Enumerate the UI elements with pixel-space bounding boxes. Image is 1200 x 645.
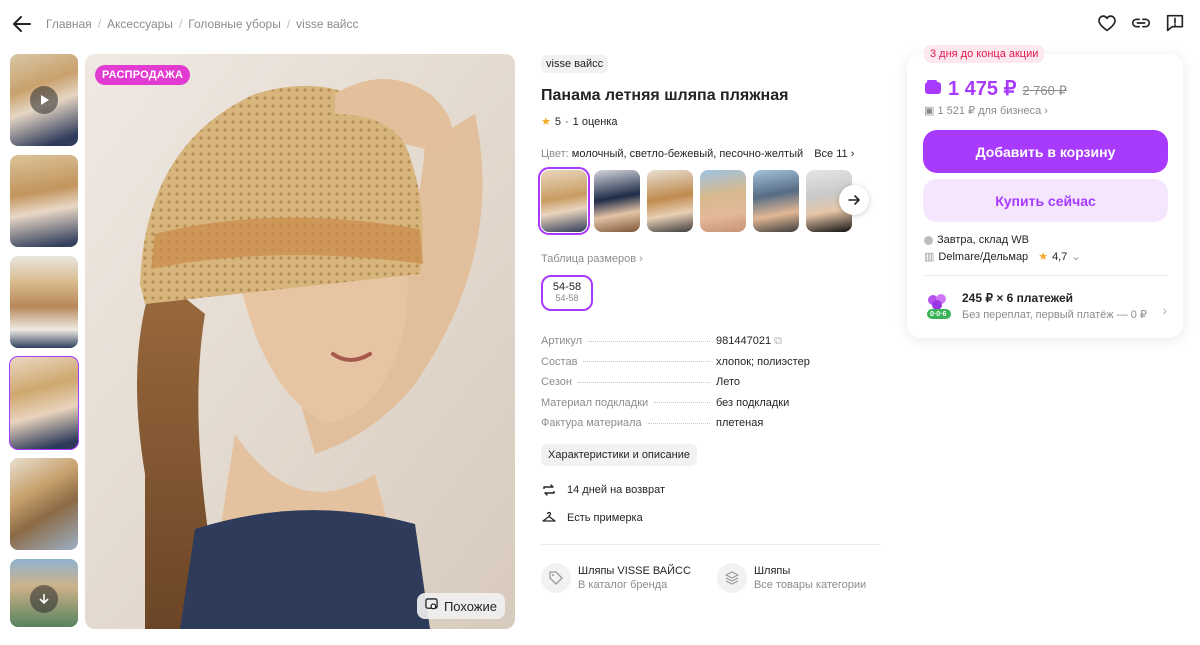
chevron-down-icon: ⌄ xyxy=(1071,251,1081,263)
color-swatch[interactable] xyxy=(594,170,640,232)
tag-icon xyxy=(541,562,571,593)
buy-card: 3 дня до конца акции 1 475 ₽ 2 760 ₽ ▣ 1… xyxy=(907,45,1183,338)
link-icon[interactable] xyxy=(1130,12,1152,34)
reviews-count: 1 оценка xyxy=(572,115,618,128)
main-product-image[interactable]: РАСПРОДАЖА Похожие xyxy=(85,54,515,629)
seller-name: Delmare/Дельмар xyxy=(938,250,1029,263)
breadcrumb-link[interactable]: visse вайсс xyxy=(296,17,358,31)
size-option-selected[interactable]: 54-58 54-58 xyxy=(541,275,593,311)
breadcrumb-link[interactable]: Головные уборы xyxy=(188,17,281,31)
business-price-link[interactable]: ▣ 1 521 ₽ для бизнеса › xyxy=(924,104,1048,117)
thumbnail-strip xyxy=(9,54,79,636)
divider xyxy=(541,543,881,545)
buy-now-button[interactable]: Купить сейчас xyxy=(923,179,1168,222)
color-swatch[interactable] xyxy=(753,170,799,232)
breadcrumb-link[interactable]: Аксессуары xyxy=(107,17,173,31)
copy-icon[interactable]: ⧉ xyxy=(774,335,782,347)
delivery-info: Завтра, склад WB ▥ Delmare/Дельмар ★ 4,7 ⌄ xyxy=(924,234,1081,267)
specs-description-button[interactable]: Характеристики и описание xyxy=(541,443,697,466)
seller-link[interactable]: ▥ Delmare/Дельмар ★ 4,7 ⌄ xyxy=(924,250,1081,264)
delivery-date: Завтра, склад WB xyxy=(937,234,1029,246)
layers-icon xyxy=(716,562,747,593)
return-arrows-icon xyxy=(541,482,557,498)
product-info: visse вайсс Панама летняя шляпа пляжная … xyxy=(538,54,881,593)
installment-offer[interactable]: 0·0·6 245 ₽ × 6 платежей Без переплат, п… xyxy=(922,290,1147,322)
swatches-next-button[interactable] xyxy=(839,185,869,215)
fitting-feature: Есть примерка xyxy=(541,510,881,526)
article-number: 981447021 xyxy=(716,334,772,347)
size-sublabel: 54-58 xyxy=(555,293,579,303)
installment-title: 245 ₽ × 6 платежей xyxy=(962,291,1074,305)
seller-rating: 4,7 xyxy=(1052,250,1068,263)
star-icon: ★ xyxy=(1038,251,1049,263)
breadcrumb: Главная / Аксессуары / Головные уборы / vis… xyxy=(46,17,359,31)
brand-catalog-link[interactable]: Шляпы VISSE ВАЙСС В каталог бренда xyxy=(541,562,691,593)
category-link[interactable]: Шляпы Все товары категории xyxy=(716,562,866,593)
spec-row: Материал подкладки без подкладки xyxy=(541,396,790,409)
color-swatch-selected[interactable] xyxy=(538,167,590,235)
color-line: Цвет: молочный, светло-бежевый, песочно-… xyxy=(541,148,881,160)
size-table-link[interactable]: Таблица размеров › xyxy=(541,253,881,265)
brand-chip[interactable]: visse вайсс xyxy=(541,55,609,73)
product-title: Панама летняя шляпа пляжная xyxy=(541,87,789,104)
similar-icon xyxy=(425,598,438,614)
top-bar: Главная / Аксессуары / Головные уборы / vis… xyxy=(0,0,1200,48)
colors-all-link[interactable]: Все 11 › xyxy=(814,148,854,160)
spec-row: Артикул 981447021 ⧉ xyxy=(541,334,782,348)
thumbnail-image[interactable] xyxy=(10,559,78,627)
similar-label: Похожие xyxy=(443,598,497,614)
back-arrow-icon[interactable] xyxy=(10,12,34,36)
rating[interactable]: ★ 5 · 1 оценка xyxy=(541,115,881,129)
play-icon[interactable] xyxy=(30,86,58,114)
color-swatch[interactable] xyxy=(647,170,693,232)
woman-in-hat-photo xyxy=(85,54,515,629)
category-links: Шляпы VISSE ВАЙСС В каталог бренда Шляпы В… xyxy=(541,562,881,593)
rating-value: 5 xyxy=(554,115,561,128)
chevron-right-icon: › xyxy=(1162,302,1167,318)
price-block: 1 475 ₽ 2 760 ₽ xyxy=(924,76,1067,101)
return-feature: 14 дней на возврат xyxy=(541,482,881,498)
thumbnail-image[interactable] xyxy=(10,458,78,550)
similar-button[interactable]: Похожие xyxy=(416,593,505,619)
hanger-icon xyxy=(541,510,557,526)
color-swatch[interactable] xyxy=(700,170,746,232)
spec-row: Сезон Лето xyxy=(541,376,741,389)
arrow-right-icon xyxy=(848,195,860,205)
promo-badge: 3 дня до конца акции xyxy=(924,45,1045,63)
color-label: Цвет: xyxy=(541,148,569,160)
size-label: 54-58 xyxy=(552,281,582,293)
arrow-down-icon[interactable] xyxy=(30,585,58,613)
installment-icon: 0·0·6 xyxy=(922,290,954,322)
color-swatches xyxy=(538,167,881,235)
installment-subtitle: Без переплат, первый платёж — 0 ₽ xyxy=(962,309,1147,321)
current-price: 1 475 ₽ xyxy=(948,78,1017,100)
store-icon: ▥ xyxy=(924,251,935,263)
breadcrumb-link[interactable]: Главная xyxy=(46,17,92,31)
color-value: молочный, светло-бежевый, песочно-желтый xyxy=(571,148,804,160)
sale-badge: РАСПРОДАЖА xyxy=(95,65,191,85)
warehouse-icon xyxy=(924,235,933,245)
old-price: 2 760 ₽ xyxy=(1022,83,1067,98)
thumbnail-image[interactable] xyxy=(10,256,78,348)
wallet-icon xyxy=(924,79,942,100)
spec-row: Состав хлопок; полиэстер xyxy=(541,355,810,368)
report-icon[interactable] xyxy=(1164,12,1186,34)
specs-table: Артикул 981447021 ⧉ Состав хлопок; полиэст… xyxy=(541,331,881,434)
thumbnail-video[interactable] xyxy=(10,54,78,146)
thumbnail-image[interactable] xyxy=(10,155,78,247)
spec-row: Фактура материала плетеная xyxy=(541,417,764,430)
installment-badge: 0·0·6 xyxy=(930,311,947,318)
divider xyxy=(924,275,1167,276)
star-icon: ★ xyxy=(541,116,551,128)
add-to-cart-button[interactable]: Добавить в корзину xyxy=(923,130,1168,173)
heart-icon[interactable] xyxy=(1096,12,1118,34)
thumbnail-image-selected[interactable] xyxy=(9,356,79,450)
